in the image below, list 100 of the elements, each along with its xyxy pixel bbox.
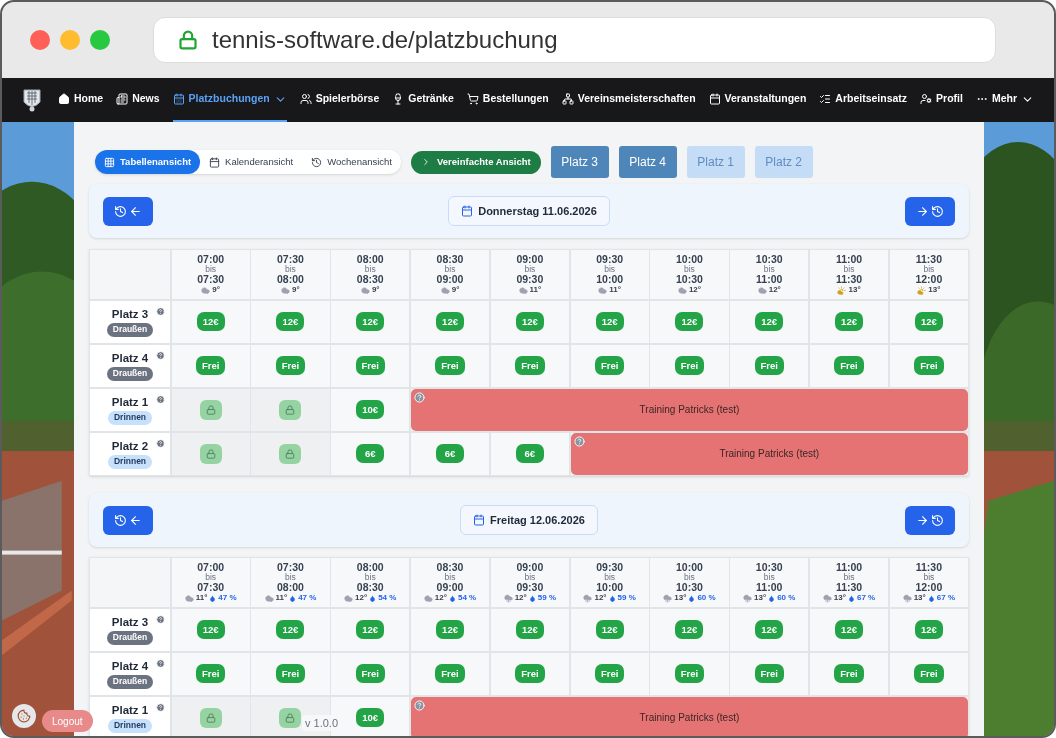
previous-day-button[interactable]: [103, 505, 153, 535]
help-icon[interactable]: [156, 350, 165, 360]
price-badge[interactable]: 12€: [436, 312, 465, 332]
price-badge[interactable]: 12€: [595, 312, 624, 332]
end-time: 09:00: [436, 582, 464, 592]
price-badge[interactable]: Frei: [754, 664, 784, 684]
price-badge[interactable]: Frei: [195, 664, 226, 684]
price-badge[interactable]: Frei: [674, 664, 705, 684]
next-day-button[interactable]: [905, 505, 955, 535]
price-badge[interactable]: 10€: [356, 708, 385, 728]
nav-item[interactable]: Vereinsmeisterschaften: [561, 78, 696, 122]
droplet-icon: [528, 594, 536, 602]
help-icon[interactable]: [156, 394, 165, 404]
price-badge[interactable]: 6€: [515, 444, 544, 464]
price-badge[interactable]: Frei: [914, 356, 944, 376]
price-badge[interactable]: 12€: [276, 620, 305, 640]
previous-day-button[interactable]: [103, 196, 153, 226]
view-tab[interactable]: Kalenderansicht: [200, 150, 303, 174]
booking-block[interactable]: Training Patricks (test): [410, 696, 968, 736]
price-badge[interactable]: 12€: [515, 620, 544, 640]
help-icon[interactable]: [156, 702, 165, 712]
price-badge[interactable]: Frei: [914, 664, 944, 684]
price-badge[interactable]: 12€: [276, 312, 305, 332]
help-icon[interactable]: [156, 306, 165, 316]
simplified-view-button[interactable]: Vereinfachte Ansicht: [411, 150, 541, 174]
price-badge[interactable]: 12€: [835, 620, 864, 640]
price-badge[interactable]: 10€: [356, 400, 385, 420]
price-badge[interactable]: Frei: [834, 356, 864, 376]
date-button[interactable]: Freitag 12.06.2026: [460, 505, 598, 535]
booking-block[interactable]: Training Patricks (test): [410, 388, 968, 431]
price-badge[interactable]: 12€: [436, 620, 465, 640]
nav-item[interactable]: Spielerbörse: [299, 78, 380, 122]
logout-button[interactable]: Logout: [42, 710, 93, 732]
price-badge[interactable]: Frei: [515, 356, 545, 376]
nav-item[interactable]: Veranstaltungen: [708, 78, 807, 122]
help-icon[interactable]: [156, 438, 165, 448]
club-logo[interactable]: [22, 87, 42, 113]
help-icon[interactable]: [156, 614, 165, 624]
nav-item[interactable]: Arbeitseinsatz: [819, 78, 908, 122]
price-badge[interactable]: 6€: [356, 444, 385, 464]
view-tab[interactable]: Wochenansicht: [302, 150, 401, 174]
price-badge[interactable]: 12€: [356, 312, 385, 332]
end-time: 11:30: [835, 582, 863, 592]
price-badge[interactable]: 12€: [515, 312, 544, 332]
temperature: 13°: [848, 285, 861, 295]
cloud-icon: [360, 285, 370, 295]
price-badge[interactable]: Frei: [515, 664, 545, 684]
price-badge[interactable]: 12€: [835, 312, 864, 332]
court-filter-button[interactable]: Platz 2: [754, 146, 813, 178]
next-day-button[interactable]: [905, 196, 955, 226]
price-badge[interactable]: 12€: [675, 620, 704, 640]
view-tab[interactable]: Tabellenansicht: [95, 150, 201, 174]
court-filter-button[interactable]: Platz 3: [550, 146, 609, 178]
price-badge[interactable]: 12€: [755, 312, 784, 332]
date-button[interactable]: Donnerstag 11.06.2026: [448, 196, 610, 226]
temperature: 13°: [913, 593, 926, 603]
help-icon[interactable]: [413, 391, 425, 403]
price-badge[interactable]: Frei: [355, 664, 385, 684]
price-badge[interactable]: 12€: [196, 312, 225, 332]
price-badge[interactable]: Frei: [754, 356, 784, 376]
rain-chance: 67 %: [856, 593, 876, 603]
help-icon[interactable]: [413, 699, 425, 711]
price-badge[interactable]: 12€: [675, 312, 704, 332]
price-badge[interactable]: 6€: [436, 444, 465, 464]
nav-item[interactable]: Mehr: [975, 78, 1034, 122]
price-badge[interactable]: 12€: [595, 620, 624, 640]
help-icon[interactable]: [156, 658, 165, 668]
price-badge[interactable]: 12€: [755, 620, 784, 640]
nav-item[interactable]: News: [116, 78, 160, 122]
court-filter-button[interactable]: Platz 1: [686, 146, 745, 178]
court-filter-button[interactable]: Platz 4: [618, 146, 677, 178]
price-badge[interactable]: Frei: [674, 356, 705, 376]
price-badge[interactable]: Frei: [594, 356, 625, 376]
nav-item[interactable]: Profil: [920, 78, 963, 122]
end-time: 08:00: [277, 274, 304, 284]
price-badge[interactable]: 12€: [914, 620, 943, 640]
temperature: 11°: [529, 285, 542, 295]
clock-icon: [931, 204, 944, 218]
start-time: 10:30: [755, 254, 783, 264]
help-icon[interactable]: [573, 435, 585, 447]
price-badge[interactable]: Frei: [834, 664, 864, 684]
location-badge: Drinnen: [107, 718, 153, 733]
start-time: 07:30: [277, 562, 304, 572]
price-badge[interactable]: Frei: [275, 664, 306, 684]
price-badge[interactable]: 12€: [196, 620, 225, 640]
price-badge[interactable]: Frei: [435, 356, 465, 376]
price-badge[interactable]: 12€: [356, 620, 385, 640]
location-badge: Draußen: [106, 322, 154, 337]
nav-item[interactable]: Bestellungen: [466, 78, 549, 122]
price-badge[interactable]: Frei: [355, 356, 385, 376]
address-bar[interactable]: tennis-software.de/platzbuchung: [153, 17, 996, 63]
nav-item[interactable]: Home: [58, 78, 104, 122]
nav-item[interactable]: Getränke: [392, 78, 454, 122]
price-badge[interactable]: Frei: [435, 664, 465, 684]
price-badge[interactable]: 12€: [914, 312, 943, 332]
price-badge[interactable]: Frei: [275, 356, 306, 376]
arrow-right-icon: [916, 513, 929, 527]
booking-block[interactable]: Training Patricks (test): [570, 432, 968, 475]
price-badge[interactable]: Frei: [594, 664, 625, 684]
price-badge[interactable]: Frei: [195, 356, 226, 376]
